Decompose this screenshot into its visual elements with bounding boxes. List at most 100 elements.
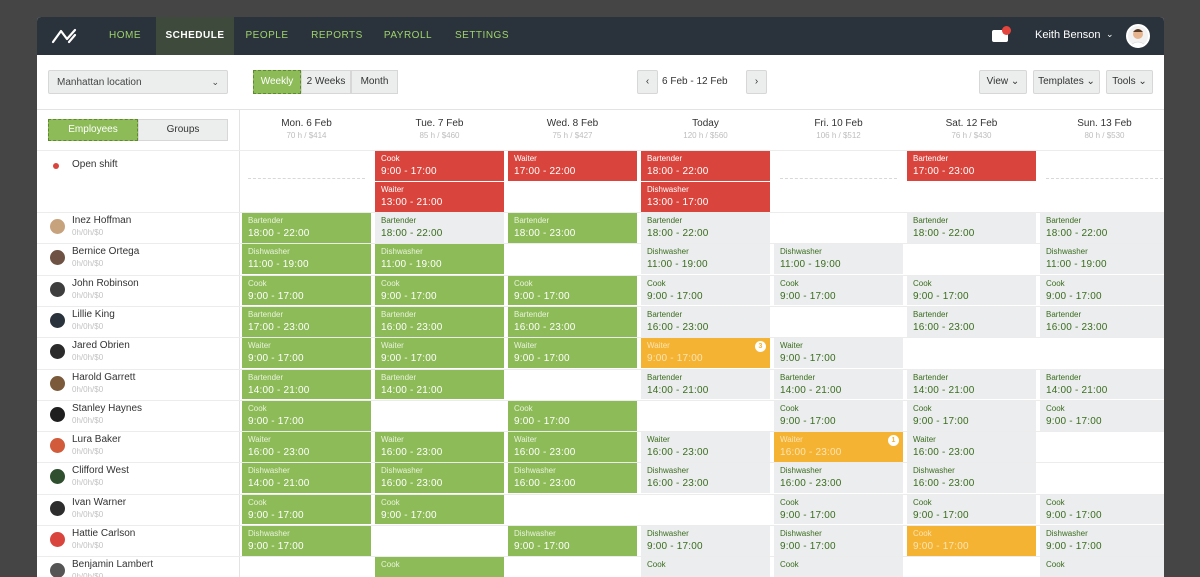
shift-cell[interactable]: Cook 9:00 - 17:00 xyxy=(242,400,371,431)
shift-cell[interactable]: Waiter 9:00 - 17:00 xyxy=(375,338,504,368)
shift-cell[interactable]: Bartender 18:00 - 23:00 xyxy=(508,213,637,243)
nav-schedule[interactable]: SCHEDULE xyxy=(156,17,234,55)
day-header[interactable]: Sat. 12 Feb 76 h / $430 xyxy=(905,110,1038,150)
shift-cell[interactable]: Waiter 13:00 - 21:00 xyxy=(375,182,504,212)
shift-cell[interactable]: Cook 9:00 - 17:00 xyxy=(242,275,371,306)
shift-cell[interactable]: Dishwasher 16:00 - 23:00 xyxy=(907,463,1036,494)
shift-cell[interactable]: Bartender 18:00 - 22:00 xyxy=(907,213,1036,243)
shift-cell[interactable]: Dishwasher 9:00 - 17:00 xyxy=(242,526,371,556)
day-header[interactable]: Sun. 13 Feb 80 h / $530 xyxy=(1038,110,1164,150)
shift-cell[interactable]: Cook 9:00 - 17:00 xyxy=(508,275,637,306)
employee-row[interactable]: Hattie Carlson 0h/0h/$0 xyxy=(37,525,240,556)
next-week-button[interactable]: › xyxy=(746,70,767,94)
shift-cell[interactable]: Cook 9:00 - 17:00 xyxy=(1040,275,1164,306)
shift-cell[interactable]: Waiter 17:00 - 22:00 xyxy=(508,151,637,181)
shift-cell[interactable]: Cook 9:00 - 17:00 xyxy=(641,275,770,306)
shift-cell[interactable]: Bartender 17:00 - 23:00 xyxy=(242,306,371,337)
shift-cell[interactable]: Dishwasher 9:00 - 17:00 xyxy=(774,526,903,556)
view-weekly-button[interactable]: Weekly xyxy=(253,70,301,94)
day-header[interactable]: Tue. 7 Feb 85 h / $460 xyxy=(373,110,506,150)
shift-alert-badge[interactable]: 1 xyxy=(888,435,899,447)
shift-cell[interactable]: Bartender 16:00 - 23:00 xyxy=(641,306,770,337)
view-month-button[interactable]: Month xyxy=(351,70,398,94)
shift-cell[interactable]: Cook xyxy=(774,557,903,577)
shift-cell[interactable]: Cook 9:00 - 17:00 xyxy=(774,400,903,431)
shift-cell[interactable]: Bartender 14:00 - 21:00 xyxy=(242,369,371,400)
employees-tab[interactable]: Employees xyxy=(48,119,138,141)
shift-cell[interactable]: Waiter 16:00 - 23:00 xyxy=(641,432,770,462)
shift-cell[interactable]: Waiter 16:00 - 23:00 xyxy=(375,432,504,462)
shift-cell[interactable]: Dishwasher 11:00 - 19:00 xyxy=(1040,244,1164,275)
location-select[interactable]: Manhattan location ⌄ xyxy=(48,70,228,94)
shift-cell[interactable]: Bartender 14:00 - 21:00 xyxy=(375,369,504,400)
shift-cell[interactable]: Waiter 9:00 - 17:00 xyxy=(774,338,903,368)
shift-cell[interactable]: Cook 9:00 - 17:00 xyxy=(774,275,903,306)
shift-cell[interactable]: Bartender 18:00 - 22:00 xyxy=(641,213,770,243)
view-2weeks-button[interactable]: 2 Weeks xyxy=(301,70,351,94)
app-logo-icon[interactable] xyxy=(51,27,79,45)
shift-cell[interactable]: Dishwasher 16:00 - 23:00 xyxy=(641,463,770,494)
shift-cell[interactable]: Dishwasher 14:00 - 21:00 xyxy=(242,463,371,494)
groups-tab[interactable]: Groups xyxy=(138,119,228,141)
employee-row[interactable]: Ivan Warner 0h/0h/$0 xyxy=(37,494,240,525)
employee-row[interactable]: Inez Hoffman 0h/0h/$0 xyxy=(37,212,240,243)
employee-row[interactable]: Bernice Ortega 0h/0h/$0 xyxy=(37,243,240,274)
nav-home[interactable]: HOME xyxy=(99,17,151,55)
shift-cell[interactable]: Bartender 18:00 - 22:00 xyxy=(242,213,371,243)
shift-cell[interactable]: Bartender 18:00 - 22:00 xyxy=(375,213,504,243)
shift-cell[interactable]: Cook 9:00 - 17:00 xyxy=(907,526,1036,556)
shift-cell[interactable]: Dishwasher 9:00 - 17:00 xyxy=(641,526,770,556)
shift-cell[interactable]: Cook 9:00 - 17:00 xyxy=(1040,400,1164,431)
shift-cell[interactable]: Dishwasher 11:00 - 19:00 xyxy=(641,244,770,275)
shift-cell[interactable]: Bartender 14:00 - 21:00 xyxy=(774,369,903,400)
day-header[interactable]: Today 120 h / $560 xyxy=(639,110,772,150)
empty-open-slot[interactable] xyxy=(248,178,365,179)
shift-cell[interactable]: Bartender 14:00 - 21:00 xyxy=(641,369,770,400)
shift-cell[interactable]: Bartender 16:00 - 23:00 xyxy=(1040,306,1164,337)
shift-cell[interactable]: Bartender 18:00 - 22:00 xyxy=(641,151,770,181)
chevron-down-icon[interactable]: ⌄ xyxy=(1106,29,1114,40)
shift-cell[interactable]: Dishwasher 16:00 - 23:00 xyxy=(508,463,637,494)
shift-cell[interactable]: Dishwasher 16:00 - 23:00 xyxy=(375,463,504,494)
shift-cell[interactable]: Bartender 14:00 - 21:00 xyxy=(907,369,1036,400)
shift-cell[interactable]: Dishwasher 11:00 - 19:00 xyxy=(242,244,371,275)
nav-settings[interactable]: SETTINGS xyxy=(451,17,513,55)
shift-cell[interactable]: Bartender 16:00 - 23:00 xyxy=(907,306,1036,337)
shift-cell[interactable]: Cook 9:00 - 17:00 xyxy=(907,275,1036,306)
shift-cell[interactable]: Waiter 16:00 - 23:00 xyxy=(242,432,371,462)
shift-cell[interactable]: Bartender 17:00 - 23:00 xyxy=(907,151,1036,181)
employee-row[interactable]: Clifford West 0h/0h/$0 xyxy=(37,462,240,493)
shift-cell[interactable]: Dishwasher 13:00 - 17:00 xyxy=(641,182,770,212)
employee-row[interactable]: Harold Garrett 0h/0h/$0 xyxy=(37,369,240,400)
shift-cell[interactable]: Bartender 18:00 - 22:00 xyxy=(1040,213,1164,243)
nav-reports[interactable]: REPORTS xyxy=(309,17,365,55)
empty-open-slot[interactable] xyxy=(1046,178,1163,179)
view-dropdown-button[interactable]: View ⌄ xyxy=(979,70,1027,94)
shift-cell[interactable]: Bartender 14:00 - 21:00 xyxy=(1040,369,1164,400)
shift-cell[interactable]: Cook xyxy=(1040,557,1164,577)
day-header[interactable]: Mon. 6 Feb 70 h / $414 xyxy=(240,110,373,150)
shift-alert-badge[interactable]: 3 xyxy=(755,341,766,353)
shift-cell[interactable]: Waiter 9:00 - 17:00 xyxy=(508,338,637,368)
shift-cell[interactable]: Waiter 9:00 - 17:00 3 xyxy=(641,338,770,368)
employee-row[interactable]: Lillie King 0h/0h/$0 xyxy=(37,306,240,337)
empty-open-slot[interactable] xyxy=(780,178,897,179)
shift-cell[interactable]: Cook xyxy=(375,557,504,577)
shift-cell[interactable]: Dishwasher 16:00 - 23:00 xyxy=(774,463,903,494)
employee-row[interactable]: Jared Obrien 0h/0h/$0 xyxy=(37,337,240,368)
shift-cell[interactable]: Waiter 16:00 - 23:00 xyxy=(508,432,637,462)
shift-cell[interactable]: Dishwasher 11:00 - 19:00 xyxy=(375,244,504,275)
employee-row[interactable]: Stanley Haynes 0h/0h/$0 xyxy=(37,400,240,431)
employee-row[interactable]: John Robinson 0h/0h/$0 xyxy=(37,275,240,306)
shift-cell[interactable]: Cook 9:00 - 17:00 xyxy=(1040,494,1164,525)
shift-cell[interactable]: Cook 9:00 - 17:00 xyxy=(508,400,637,431)
shift-cell[interactable]: Cook 9:00 - 17:00 xyxy=(375,151,504,181)
templates-dropdown-button[interactable]: Templates ⌄ xyxy=(1033,70,1100,94)
employee-row[interactable]: Lura Baker 0h/0h/$0 xyxy=(37,431,240,462)
shift-cell[interactable]: Waiter 16:00 - 23:00 xyxy=(907,432,1036,462)
tools-dropdown-button[interactable]: Tools ⌄ xyxy=(1106,70,1153,94)
shift-cell[interactable]: Bartender 16:00 - 23:00 xyxy=(375,306,504,337)
day-header[interactable]: Wed. 8 Feb 75 h / $427 xyxy=(506,110,639,150)
user-avatar[interactable] xyxy=(1126,24,1150,48)
user-name[interactable]: Keith Benson xyxy=(1035,29,1100,41)
